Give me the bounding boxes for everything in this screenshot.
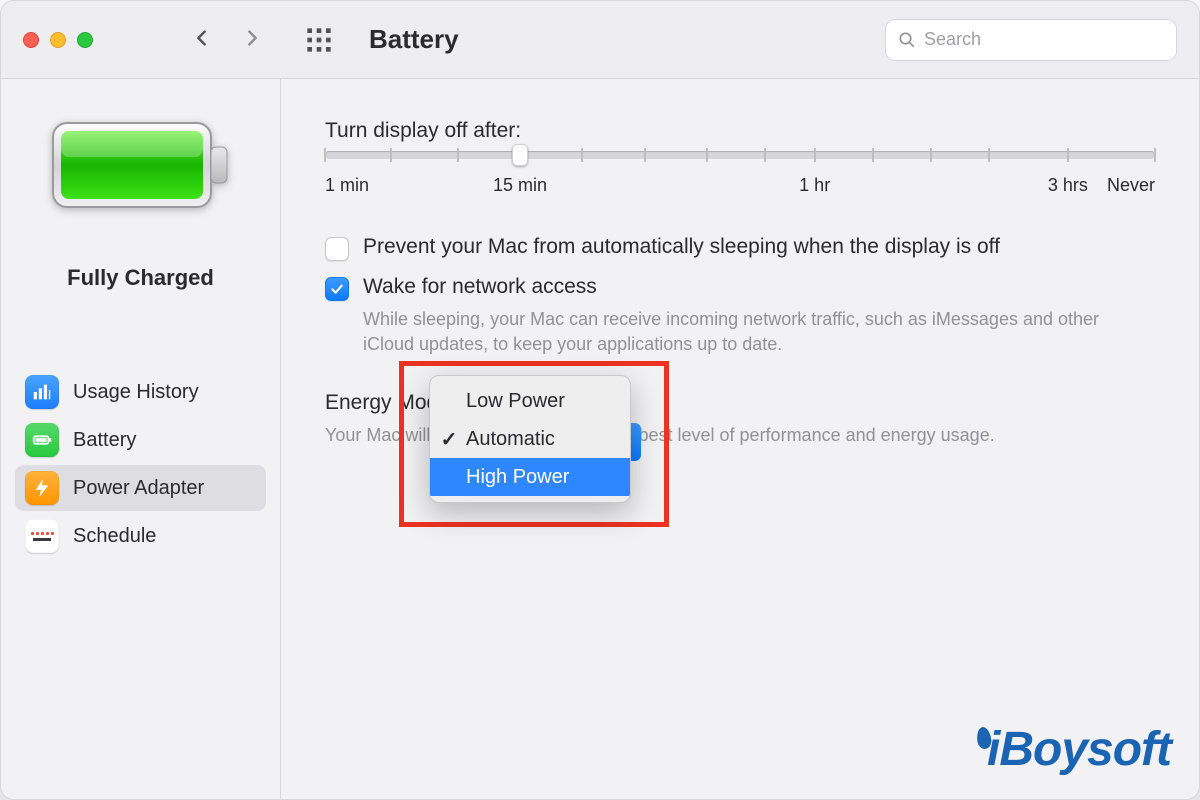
sidebar-item-label: Power Adapter <box>73 477 204 500</box>
energy-mode-option[interactable]: Low Power <box>430 382 630 420</box>
watermark: iBoysoft <box>977 722 1171 777</box>
energy-mode-option-label: Automatic <box>466 428 555 451</box>
wake-network-desc: While sleeping, your Mac can receive inc… <box>363 307 1143 357</box>
slider-tick <box>644 148 646 162</box>
slider-tick <box>988 148 990 162</box>
sidebar-item-schedule[interactable]: Schedule <box>15 513 266 559</box>
display-off-label: Turn display off after: <box>325 119 1155 143</box>
battery-sidebar-icon <box>25 423 59 457</box>
slider-tick-label: 15 min <box>493 175 547 196</box>
energy-mode-option[interactable]: ✓ Automatic <box>430 420 630 458</box>
prevent-sleep-checkbox[interactable] <box>325 237 349 261</box>
slider-tick-label: Never <box>1107 175 1155 196</box>
sidebar-item-usage-history[interactable]: Usage History <box>15 369 266 415</box>
forward-button[interactable] <box>241 26 263 54</box>
display-off-slider[interactable]: 1 min 15 min 1 hr 3 hrs Never <box>325 151 1155 199</box>
battery-icon <box>51 117 231 213</box>
slider-tick <box>390 148 392 162</box>
slider-tick <box>581 148 583 162</box>
watermark-text: iBoysoft <box>987 722 1171 777</box>
slider-tick <box>930 148 932 162</box>
power-adapter-icon <box>25 471 59 505</box>
content-pane: Turn display off after: 1 min 15 min 1 hr 3… <box>281 79 1199 799</box>
sidebar-item-label: Battery <box>73 429 136 452</box>
sidebar-item-label: Usage History <box>73 381 199 404</box>
energy-mode-option-label: High Power <box>466 466 569 489</box>
slider-tick-label: 1 min <box>325 175 369 196</box>
body: Fully Charged Usage History Battery <box>1 79 1199 799</box>
slider-tick <box>1154 148 1156 162</box>
window-controls <box>23 32 93 48</box>
close-window-button[interactable] <box>23 32 39 48</box>
energy-mode-option-label: Low Power <box>466 390 565 413</box>
preferences-window: Battery <box>0 0 1200 800</box>
sidebar-item-label: Schedule <box>73 525 156 548</box>
wake-network-label: Wake for network access <box>363 275 597 299</box>
sidebar-list: Usage History Battery Power Adapter <box>1 369 280 559</box>
sidebar-item-battery[interactable]: Battery <box>15 417 266 463</box>
battery-hero: Fully Charged <box>1 117 280 291</box>
toolbar: Battery <box>1 1 1199 79</box>
schedule-icon <box>25 519 59 553</box>
sidebar: Fully Charged Usage History Battery <box>1 79 281 799</box>
energy-mode-option[interactable]: High Power <box>430 458 630 496</box>
search-field[interactable] <box>885 19 1177 61</box>
prevent-sleep-label: Prevent your Mac from automatically slee… <box>363 235 1000 259</box>
back-button[interactable] <box>191 26 213 54</box>
battery-status-label: Fully Charged <box>67 265 214 291</box>
slider-tick <box>814 148 816 162</box>
slider-thumb[interactable] <box>512 144 528 166</box>
slider-tick <box>872 148 874 162</box>
sidebar-item-power-adapter[interactable]: Power Adapter <box>15 465 266 511</box>
slider-tick-label: 1 hr <box>799 175 830 196</box>
slider-tick <box>457 148 459 162</box>
slider-tick-label: 3 hrs <box>1048 175 1088 196</box>
slider-labels: 1 min 15 min 1 hr 3 hrs Never <box>325 175 1155 199</box>
minimize-window-button[interactable] <box>50 32 66 48</box>
search-input[interactable] <box>924 29 1164 50</box>
page-title: Battery <box>369 24 459 55</box>
search-icon <box>898 31 916 49</box>
show-all-prefs-button[interactable] <box>305 26 333 54</box>
slider-tick <box>324 148 326 162</box>
slider-tick <box>1067 148 1069 162</box>
slider-track[interactable] <box>325 151 1155 159</box>
slider-tick <box>706 148 708 162</box>
energy-mode-popup[interactable]: Low Power ✓ Automatic High Power <box>429 375 631 503</box>
checkmark-icon: ✓ <box>440 427 458 452</box>
usage-history-icon <box>25 375 59 409</box>
nav-arrows <box>191 26 263 54</box>
wake-network-checkbox[interactable] <box>325 277 349 301</box>
slider-tick <box>764 148 766 162</box>
fullscreen-window-button[interactable] <box>77 32 93 48</box>
